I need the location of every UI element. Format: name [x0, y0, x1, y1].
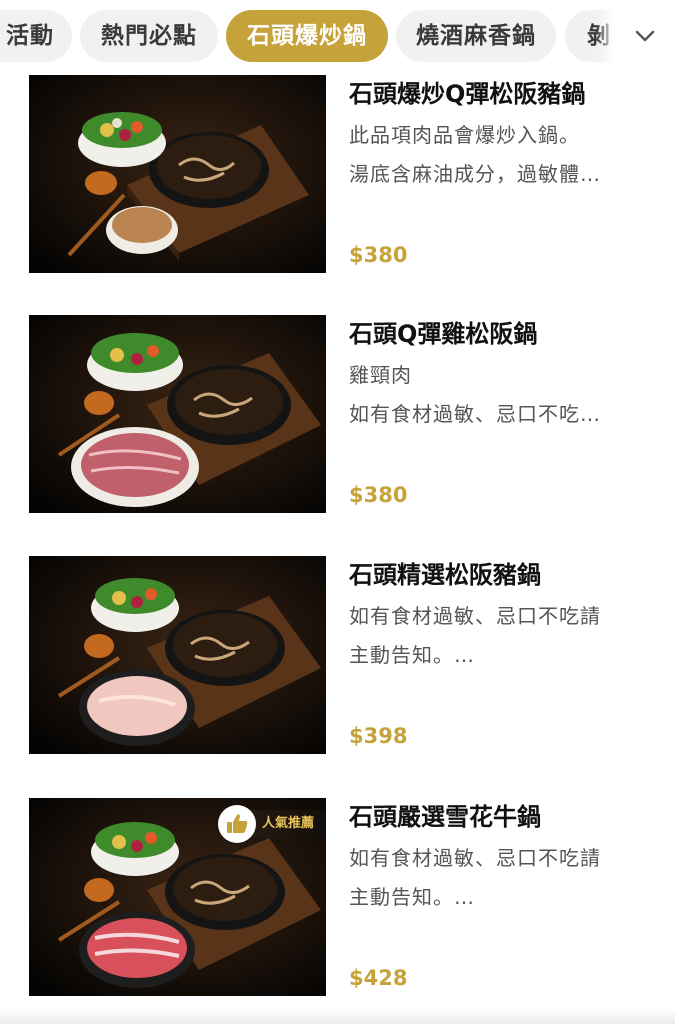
menu-item-name: 石頭Q彈雞松阪鍋	[349, 320, 538, 348]
bottom-edge-shadow	[0, 1008, 675, 1024]
tab-activities[interactable]: 活動	[0, 10, 72, 62]
hotpot-photo-icon	[29, 315, 326, 513]
menu-item-description: 此品項肉品會爆炒入鍋。 湯底含麻油成分，過敏體…	[349, 116, 649, 194]
menu-item-price: $380	[349, 243, 408, 267]
menu-item-description-line: 如有食材過敏、忌口不吃請	[349, 846, 601, 870]
menu-item[interactable]: 石頭爆炒Q彈松阪豬鍋 此品項肉品會爆炒入鍋。 湯底含麻油成分，過敏體… $380	[29, 75, 659, 275]
menu-item-description-line: 湯底含麻油成分，過敏體…	[349, 162, 601, 186]
hotpot-photo-icon	[29, 75, 326, 273]
menu-item-name: 石頭嚴選雪花牛鍋	[349, 803, 541, 831]
menu-item-info: 石頭爆炒Q彈松阪豬鍋 此品項肉品會爆炒入鍋。 湯底含麻油成分，過敏體… $380	[349, 75, 654, 273]
tabs-expand-button[interactable]	[614, 10, 675, 62]
menu-item-description-line: 主動告知。…	[349, 885, 475, 909]
tab-popular[interactable]: 熱門必點	[80, 10, 218, 62]
tab-stone-stir-fry-pot[interactable]: 石頭爆炒鍋	[226, 10, 388, 62]
menu-item-info: 石頭精選松阪豬鍋 如有食材過敏、忌口不吃請 主動告知。… $398	[349, 556, 654, 754]
category-tab-track[interactable]: 活動 熱門必點 石頭爆炒鍋 燒酒麻香鍋 剝	[0, 10, 614, 62]
menu-item-description-line: 如有食材過敏、忌口不吃請	[349, 604, 601, 628]
category-tab-bar: 活動 熱門必點 石頭爆炒鍋 燒酒麻香鍋 剝	[0, 0, 675, 70]
menu-item-description: 如有食材過敏、忌口不吃請 主動告知。…	[349, 597, 649, 675]
menu-item-description-line: 此品項肉品會爆炒入鍋。	[349, 123, 580, 147]
menu-item-description-line: 如有食材過敏、忌口不吃…	[349, 402, 601, 426]
menu-item[interactable]: 石頭精選松阪豬鍋 如有食材過敏、忌口不吃請 主動告知。… $398	[29, 556, 659, 756]
popular-badge: 人氣推薦	[218, 804, 326, 844]
menu-item-name: 石頭爆炒Q彈松阪豬鍋	[349, 80, 586, 108]
popular-badge-label: 人氣推薦	[262, 816, 315, 831]
menu-item-price: $428	[349, 966, 408, 990]
thumbs-up-icon	[218, 805, 256, 843]
hotpot-photo-icon: 人氣推薦	[29, 798, 326, 996]
menu-item-price: $380	[349, 483, 408, 507]
menu-item[interactable]: 人氣推薦 石頭嚴選雪花牛鍋 如有食材過敏、忌口不吃請 主動告知。… $428	[29, 798, 659, 998]
tab-sesame-wine-pot[interactable]: 燒酒麻香鍋	[396, 10, 556, 62]
menu-item-name: 石頭精選松阪豬鍋	[349, 561, 541, 589]
menu-item-info: 石頭嚴選雪花牛鍋 如有食材過敏、忌口不吃請 主動告知。… $428	[349, 798, 654, 996]
menu-item[interactable]: 石頭Q彈雞松阪鍋 雞頸肉 如有食材過敏、忌口不吃… $380	[29, 315, 659, 515]
menu-item-description-line: 雞頸肉	[349, 363, 412, 387]
chevron-down-icon	[635, 30, 654, 42]
menu-item-price: $398	[349, 724, 408, 748]
menu-item-description-line: 主動告知。…	[349, 643, 475, 667]
menu-item-description: 如有食材過敏、忌口不吃請 主動告知。…	[349, 839, 649, 917]
menu-item-description: 雞頸肉 如有食材過敏、忌口不吃…	[349, 356, 649, 434]
tab-fade-overlay	[596, 10, 616, 62]
menu-item-info: 石頭Q彈雞松阪鍋 雞頸肉 如有食材過敏、忌口不吃… $380	[349, 315, 654, 513]
hotpot-photo-icon	[29, 556, 326, 754]
